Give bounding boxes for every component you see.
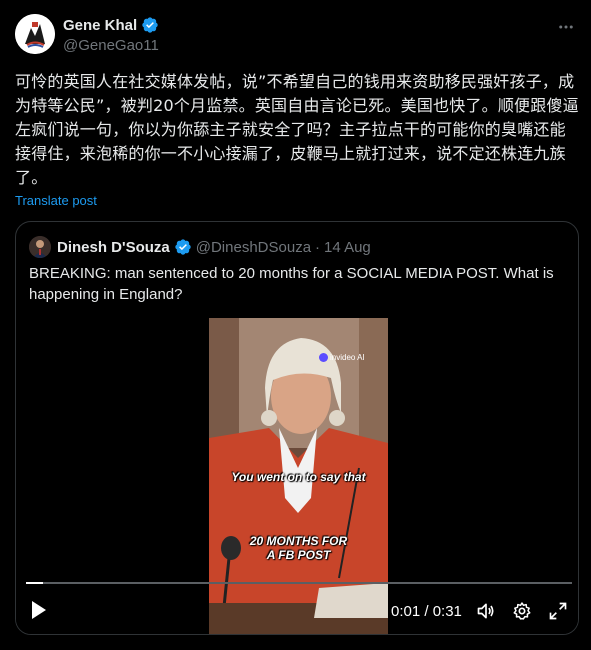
video-watermark: invideo AI [319,353,365,362]
post-text: 可怜的英国人在社交媒体发帖，说”不希望自己的钱用来资助移民强奸孩子，成为特等公民… [15,72,579,187]
video-time: 0:01 / 0:31 [391,603,462,620]
translate-post-link[interactable]: Translate post [15,193,97,208]
quoted-tweet[interactable]: Dinesh D'Souza @DineshDSouza · 14 Aug BR… [15,221,579,635]
video-caption-bottom-line2: A FB POST [266,548,331,562]
volume-button[interactable] [476,601,496,621]
quote-author-handle[interactable]: @DineshDSouza [196,239,311,256]
video-progress-bar[interactable] [26,582,572,584]
play-button[interactable] [30,600,48,620]
play-icon [32,601,46,619]
video-caption-top: You went on to say that [231,470,366,484]
settings-button[interactable] [512,601,532,621]
tweet: Gene Khal @GeneGao11 可怜的英国人在社交媒体发帖，说”不希望… [0,0,591,650]
gear-icon [513,602,531,620]
watermark-text: invideo AI [330,353,365,362]
quote-separator: · [315,238,321,256]
quote-author-avatar[interactable] [29,236,51,258]
fullscreen-button[interactable] [548,601,568,621]
video-progress-fill [26,582,44,584]
author-name-text[interactable]: Gene Khal [63,17,137,34]
quote-text: BREAKING: man sentenced to 20 months for… [29,265,554,303]
author-name[interactable]: Gene Khal [63,16,159,34]
author-avatar[interactable] [15,14,55,54]
volume-icon [477,603,494,619]
verified-badge-icon [174,238,192,256]
quote-author-name[interactable]: Dinesh D'Souza [57,239,170,256]
invideo-logo-icon [319,353,328,362]
more-options-button[interactable] [553,14,579,40]
video-caption-bottom-line1: 20 MONTHS FOR [249,534,348,548]
quote-date[interactable]: 14 Aug [324,239,371,256]
more-horizontal-icon [559,25,573,29]
verified-badge-icon [141,16,159,34]
video-player[interactable]: invideo AI You went on to say that 20 MO… [16,318,578,634]
author-handle[interactable]: @GeneGao11 [63,37,159,54]
quote-header: Dinesh D'Souza @DineshDSouza · 14 Aug [57,238,371,256]
fullscreen-icon [549,602,567,620]
